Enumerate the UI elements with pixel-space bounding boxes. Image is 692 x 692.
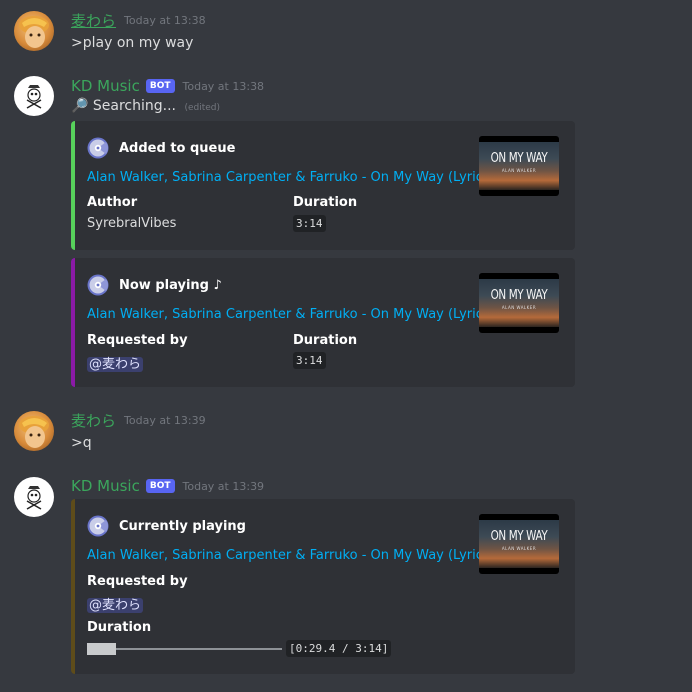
timestamp: Today at 13:39 [124, 413, 206, 427]
thumbnail-title: ON MY WAY [490, 529, 548, 544]
requester-value: @麦わら [87, 353, 144, 372]
embed-title-text: Currently playing [119, 518, 246, 534]
duration-value: 3:14 [293, 352, 326, 369]
progress-bar [87, 642, 282, 655]
message-content: 🔎 Searching... (edited) [71, 98, 220, 114]
thumbnail-title: ON MY WAY [490, 151, 548, 166]
timestamp: Today at 13:38 [124, 13, 206, 27]
thumbnail-subtitle: ALAN WALKER [501, 546, 537, 551]
embed-title: Currently playing [87, 515, 246, 537]
disc-icon [87, 137, 109, 159]
embed-title: Added to queue [87, 137, 235, 159]
user-avatar[interactable] [14, 411, 54, 451]
magnifier-icon: 🔎 [71, 98, 89, 114]
embed-title-text: Added to queue [119, 140, 236, 156]
requester-value: @麦わら [87, 594, 144, 613]
duration-value: 3:14 [293, 215, 326, 232]
disc-icon [87, 274, 109, 296]
username[interactable]: 麦わら [71, 10, 116, 31]
user-mention[interactable]: @麦わら [87, 598, 144, 613]
user-mention[interactable]: @麦わら [87, 357, 144, 372]
track-thumbnail[interactable]: ON MY WAY ALAN WALKER [479, 273, 559, 333]
track-link[interactable]: Alan Walker, Sabrina Carpenter & Farruko… [87, 307, 495, 322]
timestamp: Today at 13:38 [182, 79, 265, 93]
message-content: >play on my way [71, 35, 194, 51]
searching-text: Searching... [92, 98, 176, 114]
bot-badge: BOT [145, 479, 175, 493]
timestamp: Today at 13:39 [182, 479, 265, 493]
embed-added-to-queue: Added to queue Alan Walker, Sabrina Carp… [71, 121, 575, 250]
embed-currently-playing: Currently playing Alan Walker, Sabrina C… [71, 499, 575, 674]
bot-avatar[interactable] [14, 477, 54, 517]
embed-title-text: Now playing ♪ [119, 277, 222, 293]
username[interactable]: KD Music [71, 477, 140, 495]
bot-avatar[interactable] [14, 76, 54, 116]
field-name: Requested by [87, 333, 188, 348]
track-link[interactable]: Alan Walker, Sabrina Carpenter & Farruko… [87, 548, 495, 563]
edited-label: (edited) [184, 103, 221, 113]
username[interactable]: KD Music [71, 77, 140, 95]
thumbnail-subtitle: ALAN WALKER [501, 168, 537, 173]
embed-title: Now playing ♪ [87, 274, 222, 296]
author-value: SyrebralVibes [87, 216, 177, 231]
embed-now-playing: Now playing ♪ Alan Walker, Sabrina Carpe… [71, 258, 575, 387]
progress-row: [0:29.4 / 3:14] [87, 640, 392, 657]
field-name: Duration [87, 620, 152, 635]
disc-icon [87, 515, 109, 537]
field-name: Duration [293, 195, 358, 210]
track-link[interactable]: Alan Walker, Sabrina Carpenter & Farruko… [87, 170, 495, 185]
field-name: Duration [293, 333, 358, 348]
field-name: Author [87, 195, 138, 210]
thumbnail-subtitle: ALAN WALKER [501, 305, 537, 310]
progress-text: [0:29.4 / 3:14] [286, 640, 392, 657]
bot-badge: BOT [145, 79, 175, 93]
thumbnail-title: ON MY WAY [490, 288, 548, 303]
track-thumbnail[interactable]: ON MY WAY ALAN WALKER [479, 136, 559, 196]
message-content: >q [71, 435, 92, 451]
track-thumbnail[interactable]: ON MY WAY ALAN WALKER [479, 514, 559, 574]
field-name: Requested by [87, 574, 188, 589]
user-avatar[interactable] [14, 11, 54, 51]
username[interactable]: 麦わら [71, 410, 116, 431]
